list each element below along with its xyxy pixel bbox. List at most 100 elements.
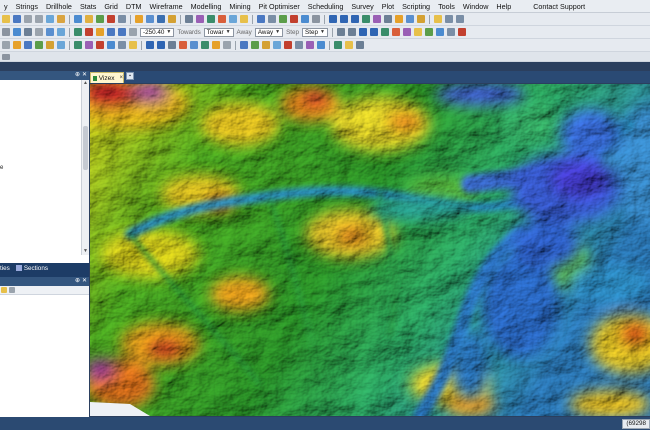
highlight-icon[interactable] <box>413 28 422 36</box>
hatch-icon[interactable] <box>446 28 455 36</box>
zoom-icon[interactable] <box>157 15 165 23</box>
macro-icon[interactable] <box>317 41 325 49</box>
menu-item-modelling[interactable]: Modelling <box>187 0 226 12</box>
digitize-icon[interactable] <box>13 41 21 49</box>
folder-icon[interactable] <box>1 287 7 293</box>
close-icon[interactable]: ✕ <box>82 71 87 80</box>
paste-icon[interactable] <box>57 15 65 23</box>
filter-icon[interactable] <box>362 15 370 23</box>
step-combo[interactable]: Step ▼ <box>302 27 328 37</box>
block-icon[interactable] <box>391 28 400 36</box>
flag-icon[interactable] <box>179 41 187 49</box>
star-icon[interactable] <box>212 41 220 49</box>
bookmark-icon[interactable] <box>434 15 442 23</box>
clip-icon[interactable] <box>369 28 378 36</box>
volume-icon[interactable] <box>251 41 259 49</box>
snap-icon[interactable] <box>185 15 193 23</box>
link-icon[interactable] <box>190 41 198 49</box>
layer-icon[interactable] <box>96 15 104 23</box>
save-icon[interactable] <box>13 15 21 23</box>
join-icon[interactable] <box>46 41 54 49</box>
sun-icon[interactable] <box>96 28 104 36</box>
curve-icon[interactable] <box>35 41 43 49</box>
undo-icon[interactable] <box>24 15 32 23</box>
area-icon[interactable] <box>240 41 248 49</box>
globe-icon[interactable] <box>334 41 342 49</box>
properties-icon[interactable] <box>85 15 93 23</box>
close-tab-icon[interactable]: × <box>119 75 123 81</box>
align-icon[interactable] <box>24 28 32 36</box>
print-icon[interactable] <box>74 15 82 23</box>
angle-combo[interactable]: -250.40 ▼ <box>140 27 175 37</box>
away-combo[interactable]: Away ▼ <box>254 27 284 37</box>
flip-icon[interactable] <box>35 28 43 36</box>
view-plan-icon[interactable] <box>107 28 115 36</box>
gear-icon[interactable] <box>356 41 364 49</box>
step-forward-icon[interactable] <box>347 28 356 36</box>
create-icon[interactable] <box>146 41 154 49</box>
surface-icon[interactable] <box>424 28 433 36</box>
copy-icon[interactable] <box>46 15 54 23</box>
fit-icon[interactable] <box>168 15 176 23</box>
view-section-icon[interactable] <box>118 28 126 36</box>
towards-combo[interactable]: Towar ▼ <box>203 27 234 37</box>
redo-icon[interactable] <box>35 15 43 23</box>
move-icon[interactable] <box>13 28 21 36</box>
panel-scrollbar[interactable]: ▲ ▼ <box>81 80 89 255</box>
open-folder-icon[interactable] <box>2 15 10 23</box>
menu-item-window[interactable]: Window <box>459 0 493 12</box>
pin-icon[interactable]: ⊕ <box>75 277 80 286</box>
new-tab-icon[interactable]: ▪ <box>126 72 134 80</box>
string-icon[interactable] <box>257 15 265 23</box>
scroll-up-icon[interactable]: ▲ <box>82 80 89 87</box>
refresh-icon[interactable] <box>9 287 15 293</box>
menu-item-pit-optimiser[interactable]: Pit Optimiser <box>255 0 304 12</box>
section-icon[interactable] <box>218 15 226 23</box>
menu-item-help[interactable]: Help <box>492 0 515 12</box>
lock-icon[interactable] <box>223 41 231 49</box>
tab-vizex[interactable]: Vizex × <box>90 72 124 83</box>
trim-icon[interactable] <box>96 41 104 49</box>
menu-item-wireframe[interactable]: Wireframe <box>146 0 187 12</box>
script-icon[interactable] <box>306 41 314 49</box>
step-back-icon[interactable] <box>336 28 345 36</box>
extend-icon[interactable] <box>85 41 93 49</box>
export-icon[interactable] <box>406 15 414 23</box>
split-icon[interactable] <box>57 41 65 49</box>
menu-item-survey[interactable]: Survey <box>347 0 377 12</box>
pin-icon[interactable]: ⊕ <box>75 71 80 80</box>
dropdown-icon[interactable] <box>2 28 10 36</box>
import-icon[interactable] <box>417 15 425 23</box>
view-icon[interactable] <box>229 15 237 23</box>
settings-icon[interactable] <box>312 15 320 23</box>
tree-icon[interactable] <box>201 41 209 49</box>
query-icon[interactable] <box>373 15 381 23</box>
image-icon[interactable] <box>273 41 281 49</box>
line-icon[interactable] <box>24 41 32 49</box>
menu-item-scheduling[interactable]: Scheduling <box>304 0 348 12</box>
scroll-thumb[interactable] <box>83 126 88 170</box>
menu-item-strings[interactable]: Strings <box>12 0 42 12</box>
solid-icon[interactable] <box>402 28 411 36</box>
scale-icon[interactable] <box>57 28 65 36</box>
menu-item-tools[interactable]: Tools <box>434 0 459 12</box>
close-icon[interactable]: ✕ <box>82 277 87 286</box>
plane-icon[interactable] <box>74 28 82 36</box>
slice-icon[interactable] <box>358 28 367 36</box>
warning-icon[interactable] <box>284 41 292 49</box>
menu-item-fragment[interactable]: y <box>0 0 12 12</box>
table-icon[interactable] <box>384 15 392 23</box>
info-icon[interactable] <box>295 41 303 49</box>
scroll-down-icon[interactable]: ▼ <box>82 248 89 255</box>
select-icon[interactable] <box>118 15 126 23</box>
menu-item-mining[interactable]: Mining <box>225 0 254 12</box>
contour-icon[interactable] <box>435 28 444 36</box>
text-icon[interactable] <box>129 41 137 49</box>
rotate-icon[interactable] <box>135 15 143 23</box>
tile-icon[interactable] <box>456 15 464 23</box>
target-icon[interactable] <box>85 28 93 36</box>
menu-item-plot[interactable]: Plot <box>378 0 398 12</box>
pan-icon[interactable] <box>146 15 154 23</box>
vizex-viewport[interactable] <box>90 84 650 416</box>
menu-item-drillhole[interactable]: Drillhole <box>42 0 76 12</box>
